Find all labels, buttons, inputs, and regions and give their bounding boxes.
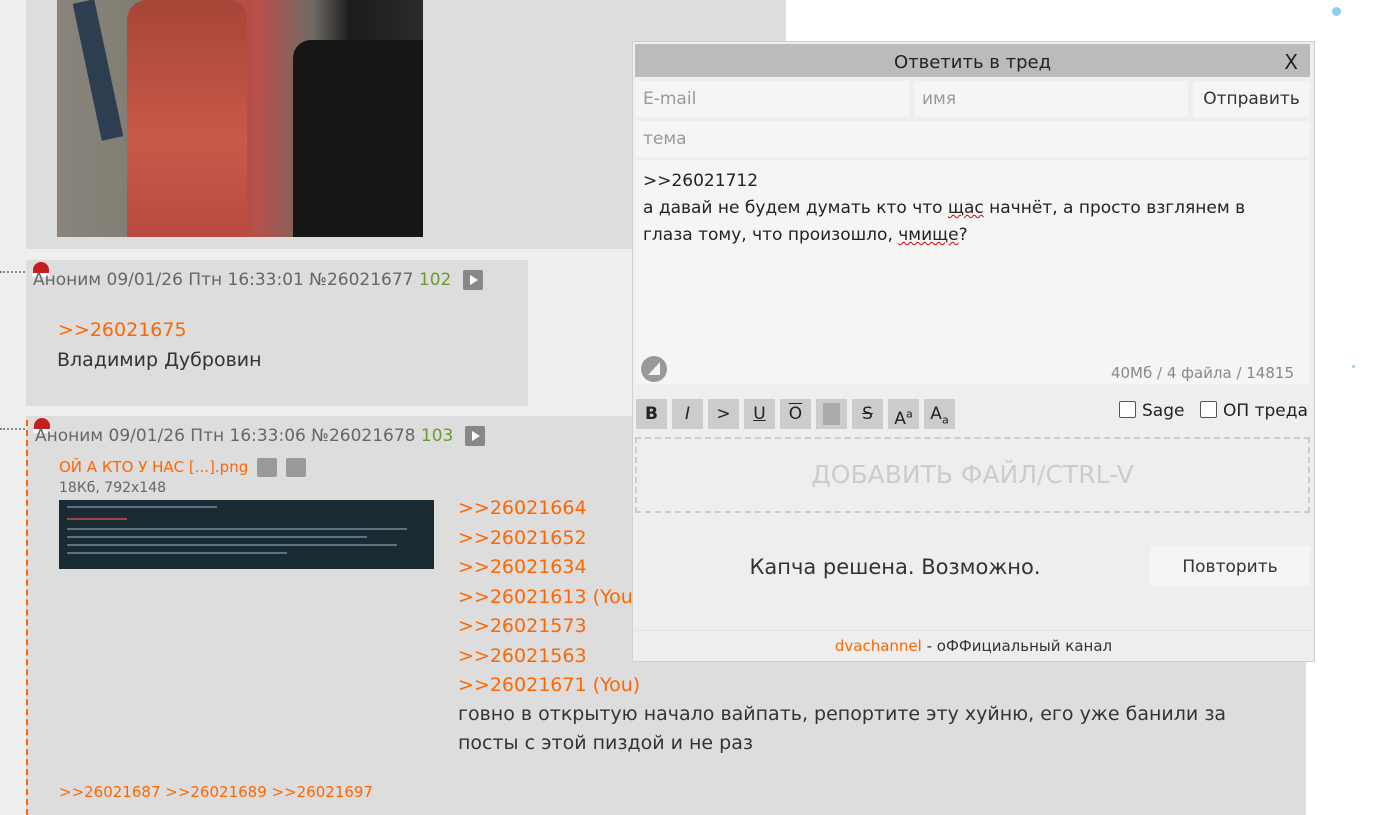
file-name[interactable]: ОЙ А КТО У НАС [...].png — [59, 458, 248, 476]
comment-textarea[interactable]: >>26021712 а давай не будем думать кто ч… — [635, 160, 1310, 384]
name-field[interactable]: имя — [914, 81, 1188, 117]
comment-line: глаза тому, что произошло, чмище? — [643, 222, 1302, 249]
post-number[interactable]: №26021678 — [311, 426, 415, 446]
sage-checkbox[interactable]: Sage — [1119, 401, 1184, 421]
file-dropzone[interactable]: ДОБАВИТЬ ФАЙЛ/CTRL-V — [635, 437, 1310, 513]
op-label: ОП треда — [1223, 401, 1308, 421]
reply-link[interactable]: >>26021634 — [458, 553, 640, 583]
comment-text: начнёт, а просто взглянем в — [983, 198, 1246, 218]
spoiler-icon — [823, 403, 840, 425]
thumb-detail — [67, 544, 397, 546]
form-title-bar[interactable]: Ответить в тред X — [635, 44, 1310, 77]
post-date: 09/01/26 Птн 16:33:01 — [106, 270, 304, 290]
quote-button[interactable]: > — [708, 399, 739, 429]
post-count: 103 — [420, 426, 454, 446]
reply-connector — [0, 428, 28, 430]
subject-field[interactable]: тема — [635, 121, 1310, 157]
file-meta: 18Кб, 792x148 — [59, 480, 167, 496]
superscript-button[interactable]: Aa — [888, 399, 919, 429]
backlinks[interactable]: >>26021687 >>26021689 >>26021697 — [59, 783, 373, 801]
reply-connector — [0, 271, 28, 273]
reply-link[interactable]: >>26021664 — [458, 494, 640, 524]
search-icon[interactable] — [257, 458, 278, 477]
post-date: 09/01/26 Птн 16:33:06 — [108, 426, 306, 446]
email-field[interactable]: E-mail — [635, 81, 909, 117]
reply-links: >>26021664 >>26021652 >>26021634 >>26021… — [458, 494, 640, 701]
post-text: Владимир Дубровин — [57, 349, 262, 371]
file-link[interactable]: ОЙ А КТО У НАС [...].png — [59, 458, 306, 477]
sage-label: Sage — [1142, 401, 1185, 421]
bold-button[interactable]: B — [636, 399, 667, 429]
post-header: Аноним 09/01/26 Птн 16:33:06 №26021678 1… — [35, 426, 485, 446]
post-author: Аноним — [33, 270, 102, 290]
overline-button[interactable]: O — [780, 399, 811, 429]
comment-text: глаза тому, что произошло, — [643, 225, 899, 245]
photo-detail — [293, 40, 423, 237]
checkbox-icon[interactable] — [1200, 401, 1217, 418]
italic-button[interactable]: I — [672, 399, 703, 429]
comment-line: а давай не будем думать кто что щас начн… — [643, 195, 1302, 222]
post-text-line: посты с этой пиздой и не раз — [458, 732, 753, 754]
comment-text: ? — [958, 225, 968, 245]
thumb-detail — [67, 536, 367, 538]
post-menu-icon[interactable] — [462, 270, 483, 290]
post-count: 102 — [418, 270, 452, 290]
checkbox-icon[interactable] — [1119, 401, 1136, 418]
download-icon[interactable] — [285, 458, 306, 477]
reply-link[interactable]: >>26021563 — [458, 642, 640, 672]
close-button[interactable]: X — [1284, 44, 1298, 81]
captcha-status: Капча решена. Возможно. — [749, 555, 1041, 579]
photo-detail — [72, 0, 124, 141]
reply-link[interactable]: >>26021573 — [458, 612, 640, 642]
footer-text: - оФФициальный канал — [921, 637, 1113, 655]
post-text-line: говно в открытую начало вайпать, репорти… — [458, 703, 1227, 725]
thumb-detail — [67, 552, 287, 554]
post-26021677: Аноним 09/01/26 Птн 16:33:01 №26021677 1… — [26, 260, 528, 406]
retry-button[interactable]: Повторить — [1150, 546, 1310, 586]
upload-limits: 40Мб / 4 файла / 14815 — [1110, 364, 1294, 382]
post-number[interactable]: №26021677 — [309, 270, 413, 290]
form-footer: dvachannel - оФФициальный канал — [633, 630, 1314, 661]
post-text: говно в открытую начало вайпать, репорти… — [458, 700, 1226, 758]
post-header: Аноним 09/01/26 Птн 16:33:01 №26021677 1… — [33, 270, 483, 290]
reply-link[interactable]: >>26021613 (You) — [458, 583, 640, 613]
comment-line: >>26021712 — [643, 171, 759, 191]
misspelled-word: щас — [947, 198, 984, 218]
comment-text: а давай не будем думать кто что — [643, 198, 948, 218]
reply-form: Ответить в тред X E-mail имя Отправить т… — [632, 41, 1315, 662]
reply-link[interactable]: >>26021671 (You) — [458, 671, 640, 701]
reply-link[interactable]: >>26021652 — [458, 524, 640, 554]
subscript-button[interactable]: Aa — [924, 399, 955, 429]
photo-detail — [127, 0, 247, 237]
underline-button[interactable]: U — [744, 399, 775, 429]
superscript-icon: Aa — [894, 407, 913, 429]
subscript-icon: Aa — [930, 404, 949, 427]
file-thumbnail[interactable] — [59, 500, 434, 569]
send-button[interactable]: Отправить — [1193, 81, 1310, 117]
spoiler-button[interactable] — [816, 399, 847, 429]
reply-link[interactable]: >>26021675 — [58, 319, 187, 341]
post-author: Аноним — [35, 426, 104, 446]
channel-link[interactable]: dvachannel — [835, 637, 922, 655]
strike-button[interactable]: S — [852, 399, 883, 429]
snow-dot — [1352, 365, 1355, 368]
thumb-detail — [67, 518, 127, 520]
highlight-border — [26, 420, 28, 815]
post-menu-icon[interactable] — [464, 426, 485, 446]
op-checkbox[interactable]: ОП треда — [1200, 401, 1308, 421]
form-title: Ответить в тред — [893, 52, 1052, 73]
thumb-detail — [67, 506, 217, 508]
misspelled-word: чмище — [898, 225, 959, 245]
thumb-detail — [67, 528, 407, 530]
post-image-thumbnail[interactable] — [57, 0, 423, 237]
sail-icon[interactable] — [641, 356, 667, 382]
snow-dot — [1332, 7, 1341, 16]
